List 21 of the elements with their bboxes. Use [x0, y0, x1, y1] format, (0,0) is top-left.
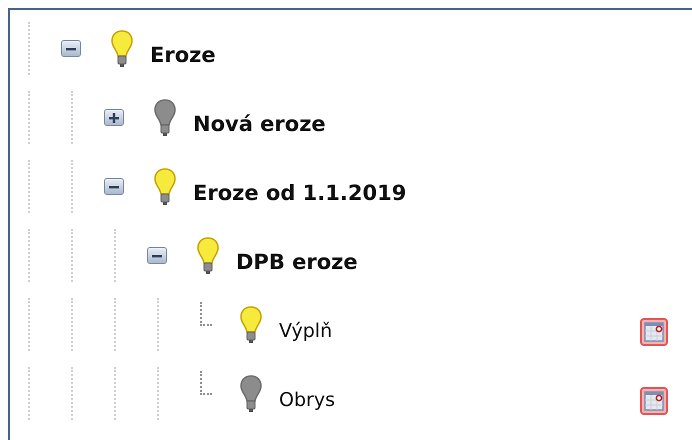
- symbol-style-icon[interactable]: [640, 318, 668, 346]
- layer-label[interactable]: Výplň: [279, 320, 332, 342]
- collapse-button[interactable]: [61, 40, 81, 57]
- light-bulb-icon[interactable]: [239, 304, 263, 344]
- tree-connector-line: [200, 302, 212, 326]
- light-bulb-icon[interactable]: [153, 98, 177, 138]
- plus-icon: [109, 112, 119, 122]
- layer-label[interactable]: DPB eroze: [236, 250, 358, 274]
- collapse-button[interactable]: [147, 247, 167, 264]
- light-bulb-icon[interactable]: [196, 236, 220, 276]
- tree-connector-line: [200, 371, 212, 395]
- light-bulb-icon[interactable]: [239, 374, 263, 414]
- light-bulb-icon[interactable]: [153, 166, 177, 206]
- collapse-button[interactable]: [104, 178, 124, 195]
- expand-button[interactable]: [104, 109, 124, 126]
- layer-label[interactable]: Eroze od 1.1.2019: [193, 180, 406, 204]
- layer-label[interactable]: Eroze: [150, 42, 216, 66]
- layer-label[interactable]: Obrys: [279, 388, 335, 410]
- light-bulb-icon[interactable]: [110, 28, 134, 68]
- symbol-style-icon[interactable]: [640, 386, 668, 414]
- layer-label[interactable]: Nová eroze: [193, 112, 326, 136]
